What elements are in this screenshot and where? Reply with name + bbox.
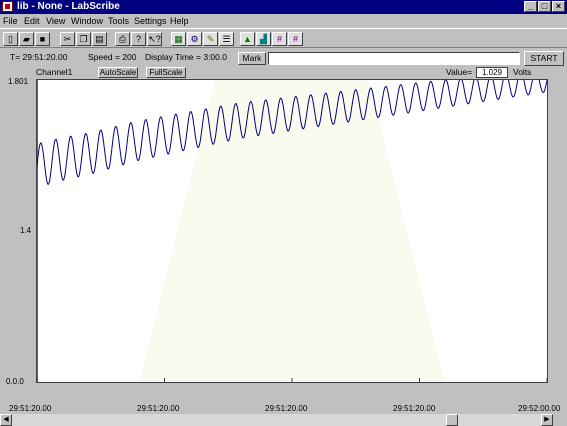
speed-readout: Speed = 200	[88, 52, 137, 62]
start-button[interactable]: START	[524, 51, 564, 66]
settings-panel-icon[interactable]: ☰	[219, 32, 234, 46]
chart-plot-area[interactable]	[36, 79, 548, 383]
menu-edit[interactable]: Edit	[24, 14, 40, 28]
mark-button[interactable]: Mark	[238, 52, 266, 65]
grid-cursor-icon[interactable]: #	[272, 32, 287, 46]
landscape-icon[interactable]: ▟	[256, 32, 271, 46]
menu-settings[interactable]: Settings	[134, 14, 167, 28]
value-readout: 1.029	[476, 67, 508, 78]
paste-icon[interactable]: ▤	[92, 32, 107, 46]
menu-view[interactable]: View	[46, 14, 65, 28]
minimize-button[interactable]: _	[524, 1, 537, 12]
mountain-icon[interactable]: ▲	[240, 32, 255, 46]
plot-background-shape	[139, 80, 445, 382]
open-folder-icon[interactable]: ▰	[19, 32, 34, 46]
cursor-crosshair-icon[interactable]: #	[288, 32, 303, 46]
scroll-thumb[interactable]	[446, 414, 458, 426]
autoscale-button[interactable]: AutoScale	[98, 67, 138, 78]
value-label: Value=	[446, 67, 473, 77]
menu-tools[interactable]: Tools	[108, 14, 129, 28]
fullscale-button[interactable]: FullScale	[146, 67, 186, 78]
chart-svg	[37, 80, 547, 382]
x-tick-label: 29:52:00.00	[518, 404, 561, 413]
chart-view-icon[interactable]: ▦	[171, 32, 186, 46]
value-unit: Volts	[513, 67, 532, 77]
time-readout: T= 29:51:20.00	[10, 52, 68, 62]
x-tick-label: 29:51:20.00	[137, 404, 180, 413]
menu-window[interactable]: Window	[71, 14, 103, 28]
y-tick-label: 1.4	[20, 226, 32, 235]
channel-name: Channel1	[36, 67, 73, 77]
y-tick-label: 1.801	[8, 77, 29, 86]
scroll-track[interactable]	[12, 414, 541, 426]
marks-icon[interactable]: ✎	[203, 32, 218, 46]
horizontal-scrollbar[interactable]: ◀ ▶	[0, 414, 553, 426]
title-bar: lib - None - LabScribe _ □ ×	[0, 0, 567, 14]
scroll-left-icon[interactable]: ◀	[0, 414, 12, 426]
window-title: lib - None - LabScribe	[17, 1, 120, 12]
help-icon[interactable]: ?	[131, 32, 146, 46]
save-icon[interactable]: ■	[35, 32, 50, 46]
new-file-icon[interactable]: ▯	[3, 32, 18, 46]
close-button[interactable]: ×	[552, 1, 565, 12]
app-icon	[2, 1, 13, 12]
y-tick-label: 0.0.0	[6, 377, 24, 386]
copy-icon[interactable]: ❐	[76, 32, 91, 46]
menu-file[interactable]: File	[3, 14, 18, 28]
x-tick-label: 29:51:20.00	[9, 404, 52, 413]
analysis-icon[interactable]: ⚙	[187, 32, 202, 46]
display-time-readout: Display Time = 3:00.0	[145, 52, 227, 62]
x-tick-label: 29:51:20.00	[393, 404, 436, 413]
cut-icon[interactable]: ✂	[60, 32, 75, 46]
menu-help[interactable]: Help	[170, 14, 189, 28]
menu-bar: File Edit View Window Tools Settings Hel…	[0, 14, 567, 28]
toolbar: ▯ ▰ ■ ✂ ❐ ▤ ⎙ ? ↖? ▦ ⚙ ✎ ☰ ▲ ▟ # #	[0, 28, 567, 48]
x-tick-label: 29:51:20.00	[265, 404, 308, 413]
context-help-icon[interactable]: ↖?	[147, 32, 162, 46]
maximize-button[interactable]: □	[538, 1, 551, 12]
mark-input[interactable]	[268, 52, 520, 65]
print-icon[interactable]: ⎙	[115, 32, 130, 46]
scroll-right-icon[interactable]: ▶	[541, 414, 553, 426]
